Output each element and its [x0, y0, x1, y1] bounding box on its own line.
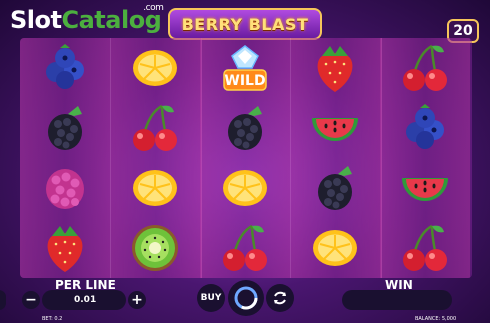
- blueberry-icon: [406, 104, 444, 149]
- reel-cell: [290, 218, 380, 278]
- reel-cell: [110, 98, 200, 158]
- autoplay-button[interactable]: [266, 284, 294, 312]
- watermelon-icon: [312, 118, 358, 141]
- strawberry-icon: [317, 46, 353, 92]
- reel-cell: [110, 158, 200, 218]
- kiwi-icon: [132, 225, 178, 271]
- spin-icon: [234, 286, 258, 310]
- reel-cell: [290, 158, 380, 218]
- strawberry-icon: [47, 226, 83, 272]
- slotcatalog-watermark: SlotCatalog .com: [10, 4, 164, 34]
- reel-cell: WILD: [200, 38, 290, 98]
- reel-grid: WILD: [20, 38, 472, 278]
- left-edge-button[interactable]: [0, 290, 6, 310]
- reel-cell: [110, 38, 200, 98]
- reel-cell: [380, 158, 470, 218]
- blackberry-icon: [48, 106, 82, 150]
- reel-cell: [20, 98, 110, 158]
- cherry-icon: [223, 224, 267, 271]
- game-title: BERRY BLAST: [181, 14, 309, 34]
- cherry-icon: [403, 224, 447, 271]
- reel-cell: [380, 38, 470, 98]
- reel-cell: [20, 158, 110, 218]
- win-value-box: [342, 290, 452, 310]
- blackberry-icon: [228, 106, 262, 150]
- spin-button[interactable]: [228, 280, 264, 316]
- cherry-icon: [133, 104, 177, 151]
- reel-cell: [200, 158, 290, 218]
- reel-cell: [200, 218, 290, 278]
- control-bar: PER LINE 0.01 − + BUY WIN BET: 0.2 BALAN…: [0, 278, 490, 323]
- raspberry-icon: [46, 169, 84, 209]
- buy-button[interactable]: BUY: [197, 284, 225, 312]
- reel-cell: [290, 38, 380, 98]
- svg-text:WILD: WILD: [224, 73, 265, 89]
- reel-cell: [380, 218, 470, 278]
- autoplay-icon: [274, 291, 286, 305]
- cherry-icon: [403, 44, 447, 91]
- lemon-icon: [223, 170, 267, 206]
- reel-cell: [110, 218, 200, 278]
- per-line-value: 0.01: [74, 295, 97, 305]
- reel-cell: [380, 98, 470, 158]
- reel-cell: [20, 38, 110, 98]
- blackberry-icon: [318, 166, 352, 210]
- lemon-icon: [133, 50, 177, 86]
- increase-bet-button[interactable]: +: [128, 291, 146, 309]
- lemon-icon: [313, 230, 357, 266]
- bet-readout: BET: 0.2: [42, 316, 63, 322]
- reel-cell: [20, 218, 110, 278]
- balance-readout: BALANCE: 5,000: [415, 316, 457, 322]
- lemon-icon: [133, 170, 177, 206]
- blueberry-icon: [46, 44, 84, 89]
- watermark-slot: Slot: [10, 6, 62, 34]
- watermark-com: .com: [143, 3, 164, 13]
- reel-cell: [290, 98, 380, 158]
- wild-icon: WILD: [223, 45, 267, 91]
- watermelon-icon: [402, 178, 448, 201]
- decrease-bet-button[interactable]: −: [22, 291, 40, 309]
- reel-cell: [200, 98, 290, 158]
- game-title-plate: BERRY BLAST: [168, 8, 322, 40]
